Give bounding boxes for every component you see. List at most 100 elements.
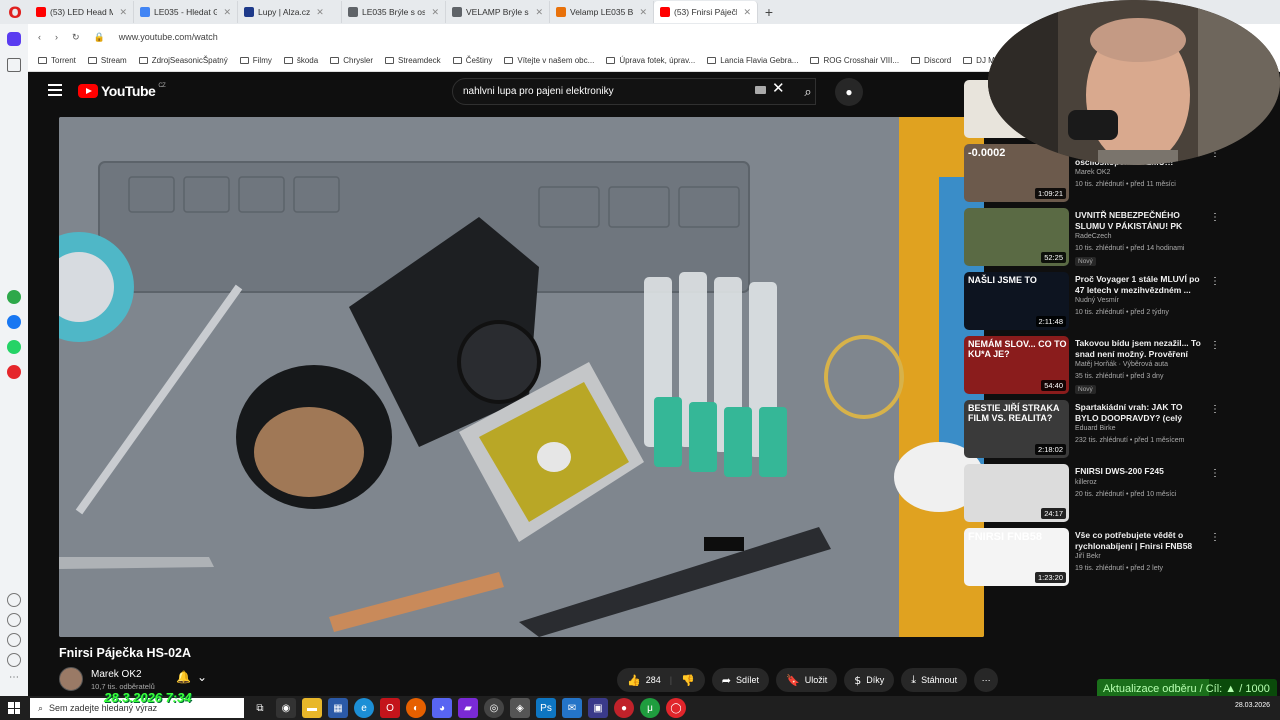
chatgpt-icon[interactable] — [7, 290, 21, 304]
youtube-logo[interactable]: YouTube CZ — [78, 83, 166, 99]
store-icon[interactable]: ▦ — [328, 698, 348, 718]
app-icon[interactable]: ◈ — [510, 698, 530, 718]
video-thumbnail[interactable]: 52:25 — [964, 208, 1069, 266]
microphone-icon[interactable]: ● — [835, 78, 863, 106]
recommendation-channel[interactable]: Nudný Vesmír — [1075, 297, 1119, 304]
twitch-icon[interactable]: ▰ — [458, 698, 478, 718]
bookmark-item[interactable]: Streamdeck — [385, 56, 441, 65]
browser-tab[interactable]: Lupy | Alza.cz ✕ — [238, 1, 342, 23]
recommendation-channel[interactable]: Marek OK2 — [1075, 169, 1110, 176]
history-icon[interactable] — [7, 613, 21, 627]
more-vert-icon[interactable]: ⋮ — [1210, 468, 1220, 479]
firefox-icon[interactable]: ◐ — [406, 698, 426, 718]
share-button[interactable]: ➦ Sdílet — [711, 668, 770, 692]
bookmark-item[interactable]: Filmy — [239, 56, 272, 65]
browser-tab[interactable]: LE035 - Hledat Googlem ✕ — [134, 1, 238, 23]
save-button[interactable]: 🔖 Uložit — [776, 668, 838, 692]
download-button[interactable]: ⤓ Stáhnout — [901, 668, 968, 692]
heart-icon[interactable] — [7, 593, 21, 607]
channel-avatar[interactable] — [59, 667, 83, 691]
recommendation-title[interactable]: Spartakiádní vrah: JAK TO BYLO DOOPRAVDY… — [1075, 402, 1205, 424]
bookmark-item[interactable]: škoda — [283, 56, 318, 65]
thumbs-down-icon[interactable]: 👎 — [681, 674, 695, 687]
home-icon[interactable] — [7, 58, 21, 72]
recommendation-title[interactable]: FNIRSI DWS-200 F245 — [1075, 466, 1205, 477]
tab-close-icon[interactable]: ✕ — [743, 7, 751, 18]
bookmark-item[interactable]: ROG Crosshair VIII... — [810, 56, 899, 65]
keyboard-icon[interactable] — [755, 86, 766, 94]
browser-tab[interactable]: (53) Fnirsi Páječka HS ✕ — [654, 1, 758, 23]
recommendation-channel[interactable]: Matěj Horňák · Výběrová auta — [1075, 361, 1168, 368]
tab-close-icon[interactable]: ✕ — [535, 7, 543, 18]
recommendation-item[interactable]: NEMÁM SLOV... CO TO KU*A JE? 54:40 Takovou… — [964, 336, 1244, 396]
video-player[interactable] — [59, 117, 984, 637]
recommendation-channel[interactable]: Jiří Bekr — [1075, 553, 1101, 560]
bookmark-item[interactable]: Stream — [87, 56, 127, 65]
video-thumbnail[interactable]: NAŠLI JSME TO 2:11:48 — [964, 272, 1069, 330]
tab-close-icon[interactable]: ✕ — [223, 7, 231, 18]
more-vert-icon[interactable]: ⋮ — [1210, 532, 1220, 543]
edge-icon[interactable]: e — [354, 698, 374, 718]
bookmark-item[interactable]: Češtiny — [452, 56, 492, 65]
recommendation-item[interactable]: FNIRSI FNB58 1:23:20 Vše co potřebujete vě… — [964, 528, 1244, 588]
opera-icon[interactable]: O — [380, 698, 400, 718]
reload-icon[interactable]: ↻ — [72, 32, 80, 43]
url-field[interactable]: www.youtube.com/watch — [119, 32, 218, 42]
recommendation-channel[interactable]: RadeCzech — [1075, 233, 1112, 240]
utorrent-icon[interactable]: μ — [640, 698, 660, 718]
video-thumbnail[interactable]: 24:17 — [964, 464, 1069, 522]
more-vert-icon[interactable]: ⋮ — [1210, 340, 1220, 351]
recommendation-channel[interactable]: Eduard Birke — [1075, 425, 1115, 432]
file-explorer-icon[interactable]: ▬ — [302, 698, 322, 718]
taskbar-clock[interactable]: 28.03.2026 — [1235, 702, 1270, 709]
menu-icon[interactable] — [48, 84, 62, 96]
new-tab-button[interactable]: + — [758, 4, 780, 20]
steam-icon[interactable]: ◎ — [484, 698, 504, 718]
recommendation-item[interactable]: BESTIE JIŘÍ STRAKA FILM VS. REALITA? 2:18… — [964, 400, 1244, 460]
video-thumbnail[interactable]: FNIRSI FNB58 1:23:20 — [964, 528, 1069, 586]
task-view-icon[interactable]: ⧉ — [250, 698, 270, 718]
record-icon[interactable]: ● — [614, 698, 634, 718]
clear-search-icon[interactable]: ✕ — [772, 79, 785, 97]
back-icon[interactable]: ‹ — [38, 32, 41, 42]
opera-logo-icon[interactable]: O — [0, 0, 30, 24]
search-icon[interactable]: ⌕ — [793, 78, 823, 105]
recommendation-item[interactable]: 52:25 UVNITŘ NEBEZPEČNÉHO SLUMU V PÁKISTÁ… — [964, 208, 1244, 268]
messenger-icon[interactable] — [7, 315, 21, 329]
photoshop-icon[interactable]: Ps — [536, 698, 556, 718]
bookmark-item[interactable]: ZdrojSeasonicŠpatný — [138, 56, 228, 65]
bookmark-item[interactable]: Vítejte v našem obc... — [504, 56, 594, 65]
mail-icon[interactable]: ✉ — [562, 698, 582, 718]
channel-name[interactable]: Marek OK2 — [91, 669, 142, 680]
obs-icon[interactable]: ◉ — [276, 698, 296, 718]
recommendation-title[interactable]: Proč Voyager 1 stále MLUVÍ po 47 letech … — [1075, 274, 1205, 296]
recommendation-item[interactable]: 24:17 FNIRSI DWS-200 F245 killeroz 20 tis. … — [964, 464, 1244, 524]
like-button[interactable]: 👍 284 | 👎 — [617, 668, 705, 692]
lightbulb-icon[interactable] — [7, 653, 21, 667]
more-vert-icon[interactable]: ⋮ — [1210, 404, 1220, 415]
opera-music-icon[interactable] — [7, 365, 21, 379]
thanks-button[interactable]: $ Díky — [844, 668, 895, 692]
recommendation-item[interactable]: NAŠLI JSME TO 2:11:48 Proč Voyager 1 stále… — [964, 272, 1244, 332]
recommendation-title[interactable]: Vše co potřebujete vědět o rychlonabíjen… — [1075, 530, 1205, 552]
tab-close-icon[interactable]: ✕ — [431, 7, 439, 18]
bookmark-item[interactable]: Lancia Flavia Gebra... — [707, 56, 798, 65]
notification-bell-button[interactable]: 🔔 ⌄ — [176, 670, 207, 684]
save-icon[interactable]: ▣ — [588, 698, 608, 718]
recommendation-channel[interactable]: killeroz — [1075, 479, 1097, 486]
video-thumbnail[interactable]: -0.0002 1:09:21 — [964, 144, 1069, 202]
workspace-icon[interactable] — [7, 32, 21, 46]
tab-close-icon[interactable]: ✕ — [316, 7, 324, 18]
opera-gx-icon[interactable]: ◯ — [666, 698, 686, 718]
whatsapp-icon[interactable] — [7, 340, 21, 354]
bookmark-item[interactable]: Torrent — [38, 56, 76, 65]
browser-tab[interactable]: LE035 Brýle s osvětlením ✕ — [342, 1, 446, 23]
settings-icon[interactable] — [7, 633, 21, 647]
more-actions-button[interactable]: ⋯ — [974, 668, 999, 692]
recommendation-title[interactable]: UVNITŘ NEBEZPEČNÉHO SLUMU V PÁKISTÁNU! P… — [1075, 210, 1205, 232]
discord-icon[interactable]: ◕ — [432, 698, 452, 718]
video-thumbnail[interactable]: NEMÁM SLOV... CO TO KU*A JE? 54:40 — [964, 336, 1069, 394]
bookmark-item[interactable]: Úprava fotek, úprav... — [606, 56, 695, 65]
browser-tab[interactable]: Velamp LE035 Brýle s osv ✕ — [550, 1, 654, 23]
forward-icon[interactable]: › — [55, 32, 58, 42]
